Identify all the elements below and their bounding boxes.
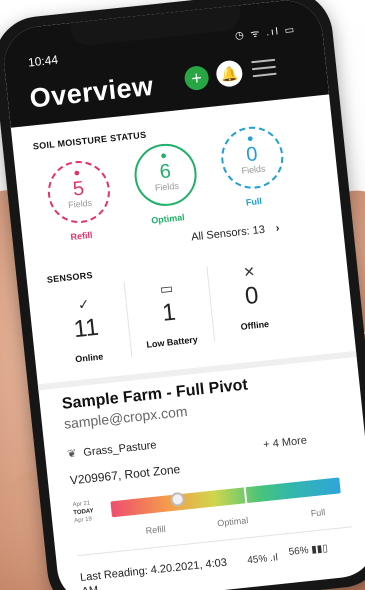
offline-sensors[interactable]: ✕ 0 Offline xyxy=(209,260,297,348)
date-bottom: Apr 19 xyxy=(73,516,93,525)
status-time: 10:44 xyxy=(27,52,59,70)
online-count: 11 xyxy=(72,313,100,344)
status-icons: ◷ ᯤ .ıl ▭ xyxy=(234,24,297,42)
phone-device: 10:44 ◷ ᯤ .ıl ▭ Overview + 🔔 SOIL MOISTU… xyxy=(0,0,365,590)
low-battery-count: 1 xyxy=(160,298,178,327)
soil-moisture-label: SOIL MOISTURE STATUS xyxy=(32,129,147,152)
battery-level: 56% ▮▮▯ xyxy=(288,543,328,558)
refill-status-circle[interactable]: ● 5 Fields xyxy=(44,157,113,227)
low-battery-label: Low Battery xyxy=(145,334,199,350)
signal-value: 45% xyxy=(246,553,268,567)
more-zones-link[interactable]: + 4 More xyxy=(263,435,308,452)
phone-notch xyxy=(70,5,242,47)
notifications-button[interactable]: 🔔 xyxy=(215,59,244,88)
full-caption: Full xyxy=(245,195,263,208)
low-battery-sensors[interactable]: ▭ 1 Low Battery xyxy=(126,276,214,364)
chevron-right-icon: › xyxy=(275,222,281,235)
offline-label: Offline xyxy=(240,318,270,332)
full-status-circle[interactable]: ● 0 Fields xyxy=(218,123,287,192)
optimal-bar-label: Optimal xyxy=(216,515,249,529)
refill-caption: Refill xyxy=(70,229,93,243)
battery-value: 56% xyxy=(288,544,310,559)
menu-button[interactable] xyxy=(251,54,277,80)
offline-count: 0 xyxy=(243,281,260,311)
signal-icon: .ıl xyxy=(269,552,279,565)
app-screen: 10:44 ◷ ᯤ .ıl ▭ Overview + 🔔 SOIL MOISTU… xyxy=(0,0,365,590)
plus-icon: + xyxy=(190,67,203,89)
crop-name: Grass_Pasture xyxy=(82,439,158,459)
bell-icon: 🔔 xyxy=(219,64,239,83)
hamburger-icon xyxy=(251,58,276,64)
zone-name: V209967, Root Zone xyxy=(69,461,181,488)
signal-strength: 45% .ıl xyxy=(247,552,279,566)
battery-icon: ▮▮▯ xyxy=(310,542,329,556)
online-sensors[interactable]: ✓ 11 Online xyxy=(43,292,131,380)
moisture-bar xyxy=(110,473,341,519)
optimal-caption: Optimal xyxy=(150,212,186,226)
full-bar-label: Full xyxy=(310,507,326,519)
refill-bar-label: Refill xyxy=(145,523,167,536)
online-label: Online xyxy=(74,351,104,365)
all-sensors-link[interactable]: All Sensors: 13 › xyxy=(191,222,280,243)
last-reading: Last Reading: 4.20.2021, 4:03 AM xyxy=(79,556,228,590)
page-title: Overview xyxy=(28,70,155,114)
date-range: Apr 21 TODAY Apr 19 xyxy=(72,499,95,525)
add-button[interactable]: + xyxy=(183,64,210,92)
plant-icon: ❦ xyxy=(66,447,78,461)
sensors-label: SENSORS xyxy=(46,270,94,285)
all-sensors-label: All Sensors: 13 xyxy=(190,223,266,244)
crop-row: ❦ Grass_Pasture xyxy=(66,438,158,461)
overview-content: SOIL MOISTURE STATUS ● 5 Fields ● 6 Fiel… xyxy=(11,94,365,590)
moisture-gradient xyxy=(110,477,341,518)
optimal-status-circle[interactable]: ● 6 Fields xyxy=(131,140,200,209)
